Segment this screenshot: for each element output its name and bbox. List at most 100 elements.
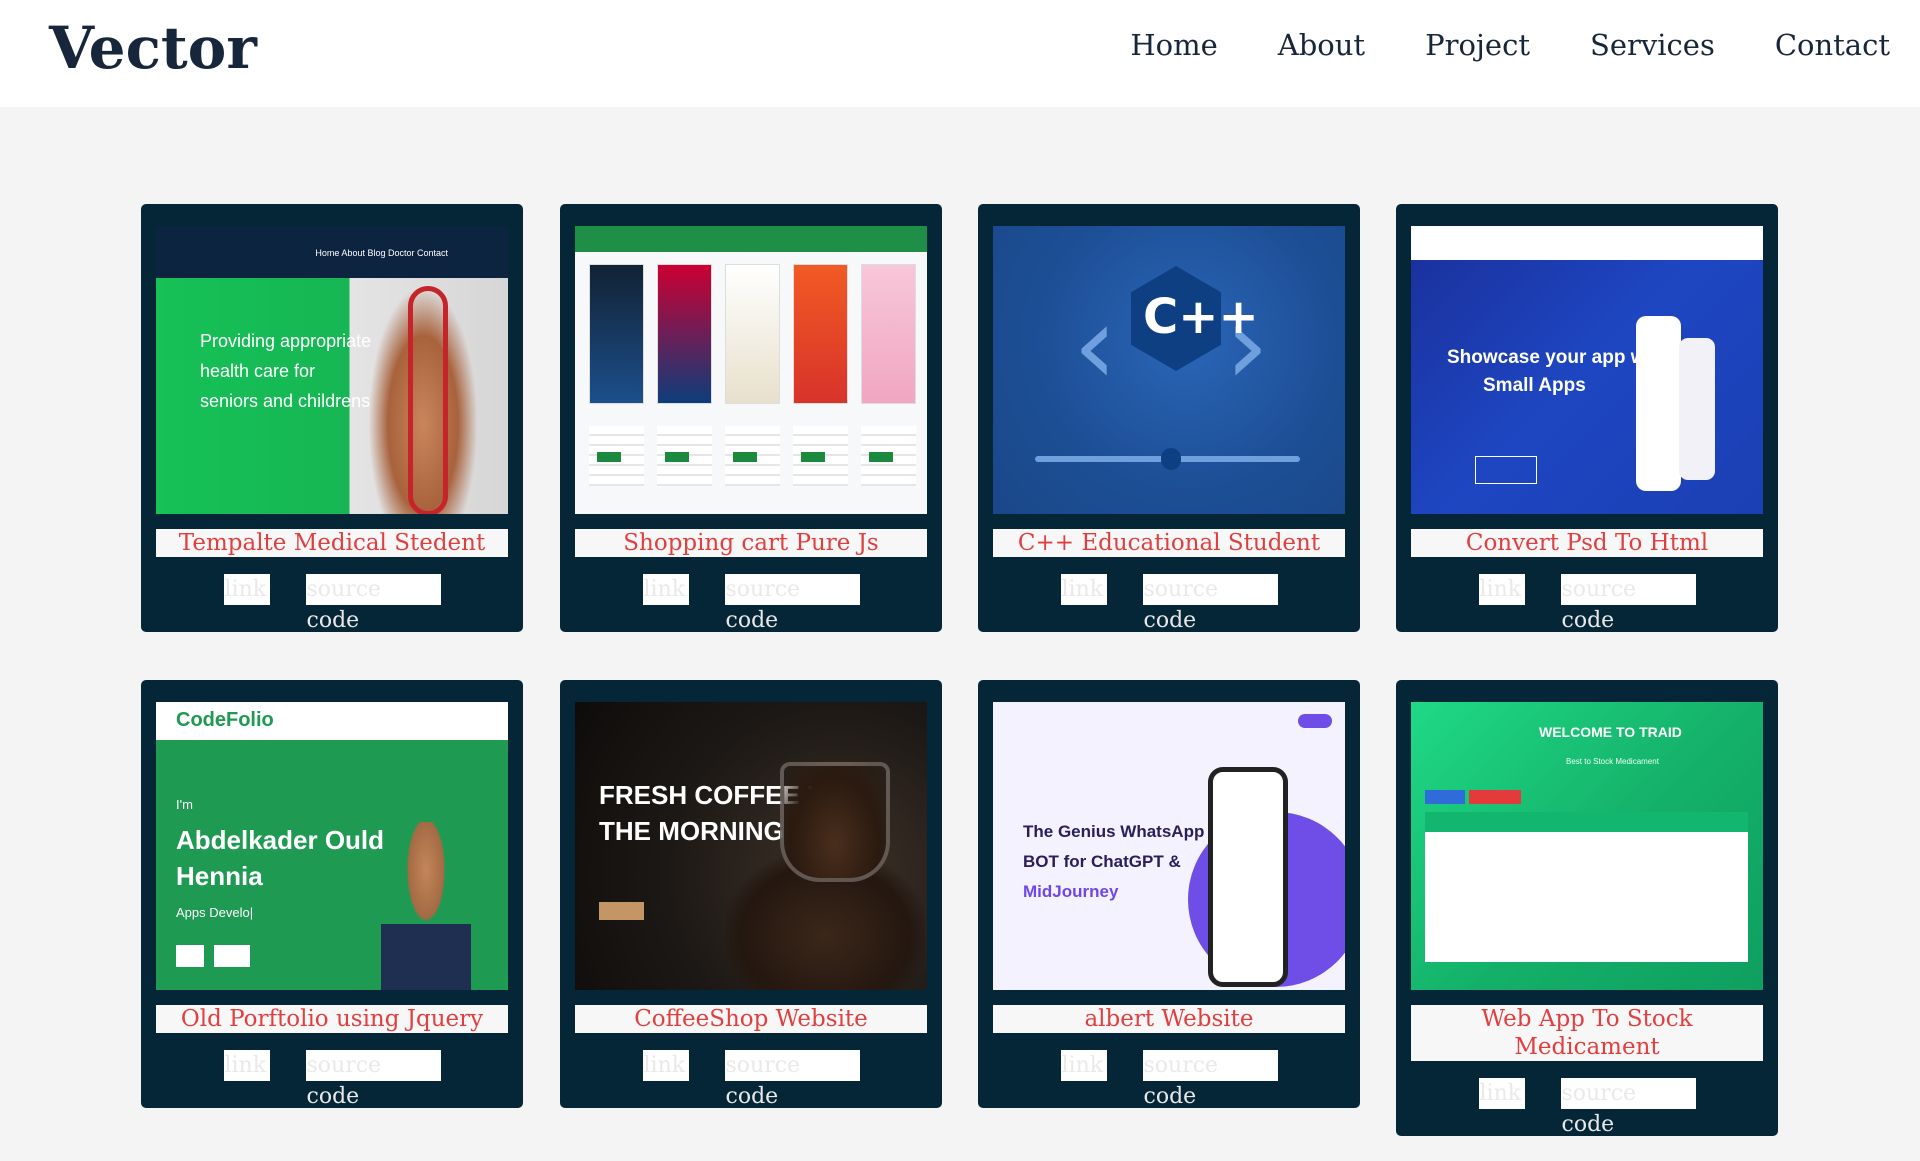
- project-link-button[interactable]: link: [642, 574, 689, 605]
- add-to-cart-button: [869, 452, 893, 462]
- book-cover: [657, 264, 712, 404]
- project-link-button[interactable]: link: [223, 1050, 270, 1081]
- profile-photo: [381, 822, 471, 990]
- add-to-cart-button: [733, 452, 757, 462]
- thumb-line: Providing appropriate: [200, 331, 372, 351]
- thumb-headline: The Genius WhatsApp BOT for ChatGPT & Mi…: [1023, 817, 1204, 907]
- project-card-shopping-cart: Shopping cart Pure Js link source code: [560, 204, 942, 633]
- thumb-navbar: [1411, 226, 1763, 260]
- project-link-button[interactable]: link: [642, 1050, 689, 1081]
- project-link-button[interactable]: link: [1060, 1050, 1107, 1081]
- source-code-button[interactable]: source code: [305, 574, 441, 633]
- project-title: albert Website: [993, 1005, 1345, 1033]
- download-button: [1475, 456, 1537, 484]
- project-card-medical: Home About Blog Doctor Contact Providing…: [141, 204, 523, 633]
- thumb-headline: WELCOME TO TRAID: [1539, 724, 1682, 740]
- book-cover: [861, 264, 916, 404]
- nav-services-link[interactable]: Services: [1590, 28, 1715, 62]
- thumb-subtitle: Best to Stock Medicament: [1566, 757, 1659, 766]
- source-code-button[interactable]: source code: [1560, 1078, 1696, 1137]
- project-title: Web App To Stock Medicament: [1411, 1005, 1763, 1061]
- project-thumbnail[interactable]: Home About Blog Doctor Contact Providing…: [156, 226, 508, 514]
- thumb-navbar: [575, 226, 927, 252]
- main-nav: Home About Project Services Contact: [1070, 28, 1890, 62]
- nav-project-link[interactable]: Project: [1425, 28, 1530, 62]
- project-actions: link source code: [1396, 574, 1778, 633]
- project-actions: link source code: [141, 574, 523, 633]
- project-link-button[interactable]: link: [1060, 574, 1107, 605]
- thumb-line: BOT for ChatGPT &: [1023, 852, 1181, 871]
- project-title: Old Porftolio using Jquery: [156, 1005, 508, 1033]
- thumb-name: Abdelkader Ould Hennia: [176, 822, 384, 894]
- project-thumbnail[interactable]: ‹ › C++: [993, 226, 1345, 514]
- stethoscope-image: [408, 286, 448, 514]
- site-logo[interactable]: Vector: [49, 14, 257, 82]
- book-cover: [589, 264, 644, 404]
- book-cover: [725, 264, 780, 404]
- thumb-line: Abdelkader Ould: [176, 825, 385, 855]
- project-thumbnail[interactable]: CodeFolio I'm Abdelkader Ould Hennia App…: [156, 702, 508, 990]
- thumb-line: seniors and childrens: [200, 391, 371, 411]
- top-navbar: Vector Home About Project Services Conta…: [0, 0, 1920, 107]
- phone-mockup: [1208, 767, 1288, 987]
- contact-me-button: [214, 945, 250, 967]
- project-title: Tempalte Medical Stedent: [156, 529, 508, 557]
- project-card-stock-medicament: WELCOME TO TRAID Best to Stock Medicamen…: [1396, 680, 1778, 1137]
- medicament-table: [1425, 812, 1748, 962]
- project-card-psd-to-html: Showcase your app with Small Apps Conver…: [1396, 204, 1778, 633]
- project-thumbnail[interactable]: The Genius WhatsApp BOT for ChatGPT & Mi…: [993, 702, 1345, 990]
- project-title: C++ Educational Student: [993, 529, 1345, 557]
- project-card-albert: The Genius WhatsApp BOT for ChatGPT & Mi…: [978, 680, 1360, 1109]
- thumb-intro: I'm: [176, 797, 193, 812]
- project-title: Convert Psd To Html: [1411, 529, 1763, 557]
- project-title: Shopping cart Pure Js: [575, 529, 927, 557]
- source-code-button[interactable]: source code: [1142, 574, 1278, 633]
- delete-all-button: [1469, 790, 1521, 804]
- project-actions: link source code: [560, 1050, 942, 1109]
- hire-me-button: [176, 945, 204, 967]
- add-medicament-button: [1425, 790, 1465, 804]
- table-header: [1425, 812, 1748, 832]
- thumb-nav-text: Home About Blog Doctor Contact: [315, 248, 448, 258]
- thumb-headline: Providing appropriate health care for se…: [200, 326, 371, 416]
- left-angle-icon: ‹: [1073, 281, 1117, 409]
- project-thumbnail[interactable]: FRESH COFFEE IN THE MORNING: [575, 702, 927, 990]
- phone-mockup: [1679, 338, 1715, 480]
- project-thumbnail[interactable]: [575, 226, 927, 514]
- thumb-line: Hennia: [176, 861, 263, 891]
- project-actions: link source code: [1396, 1078, 1778, 1137]
- add-to-cart-button: [801, 452, 825, 462]
- coffee-cup-image: [780, 762, 890, 882]
- nav-home-link[interactable]: Home: [1130, 28, 1217, 62]
- project-card-old-portfolio: CodeFolio I'm Abdelkader Ould Hennia App…: [141, 680, 523, 1109]
- project-thumbnail[interactable]: Showcase your app with Small Apps: [1411, 226, 1763, 514]
- add-to-cart-button: [665, 452, 689, 462]
- phone-mockup: [1636, 316, 1681, 491]
- thumb-role: Apps Develo|: [176, 905, 254, 920]
- source-code-button[interactable]: source code: [1560, 574, 1696, 633]
- book-cover: [793, 264, 848, 404]
- cpp-symbol: C++: [1143, 289, 1259, 345]
- source-code-button[interactable]: source code: [724, 1050, 860, 1109]
- thumb-line: MidJourney: [1023, 882, 1119, 901]
- nav-about-link[interactable]: About: [1278, 28, 1365, 62]
- source-code-button[interactable]: source code: [1142, 1050, 1278, 1109]
- project-thumbnail[interactable]: WELCOME TO TRAID Best to Stock Medicamen…: [1411, 702, 1763, 990]
- project-actions: link source code: [978, 1050, 1360, 1109]
- add-to-cart-button: [597, 452, 621, 462]
- thumb-line: The Genius WhatsApp: [1023, 822, 1205, 841]
- free-trial-button: [1298, 714, 1332, 728]
- project-actions: link source code: [978, 574, 1360, 633]
- project-actions: link source code: [141, 1050, 523, 1109]
- source-code-button[interactable]: source code: [724, 574, 860, 633]
- read-more-button: [599, 902, 644, 920]
- project-link-button[interactable]: link: [1478, 1078, 1525, 1109]
- project-card-coffeeshop: FRESH COFFEE IN THE MORNING CoffeeShop W…: [560, 680, 942, 1109]
- project-link-button[interactable]: link: [223, 574, 270, 605]
- source-code-button[interactable]: source code: [305, 1050, 441, 1109]
- project-link-button[interactable]: link: [1478, 574, 1525, 605]
- thumb-line: health care for: [200, 361, 316, 381]
- thumb-brand: CodeFolio: [176, 709, 274, 731]
- nav-contact-link[interactable]: Contact: [1775, 28, 1890, 62]
- slider-dot: [1161, 448, 1181, 470]
